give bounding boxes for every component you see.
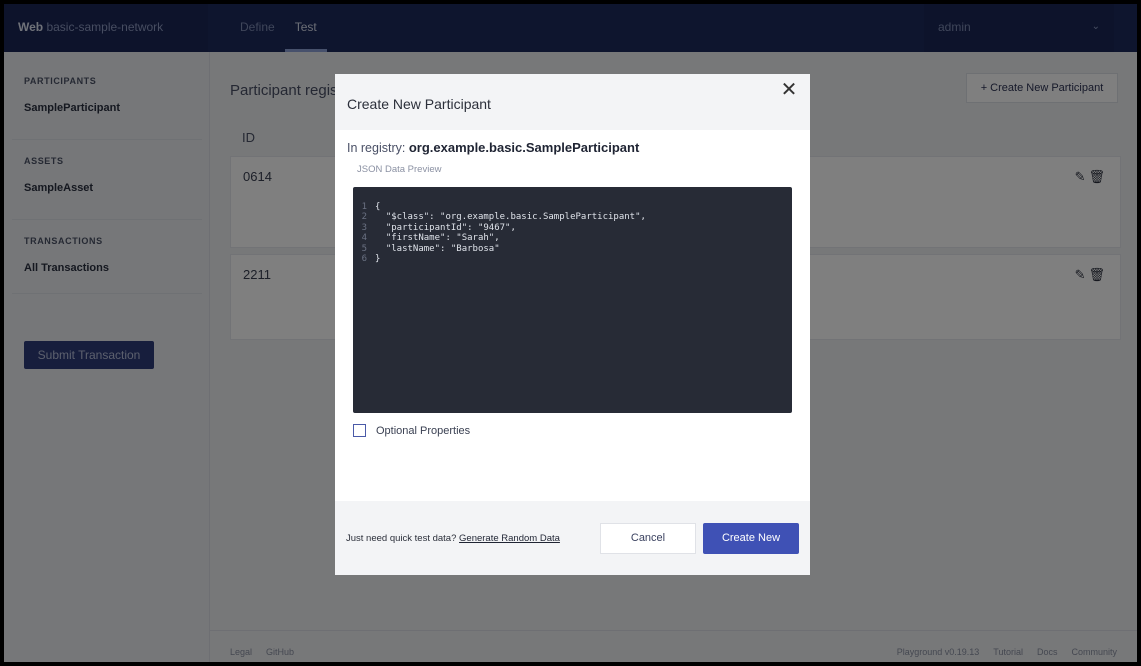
code-text: "firstName": "Sarah", — [375, 233, 500, 244]
line-number: 2 — [361, 212, 367, 223]
code-line: 4 "firstName": "Sarah", — [353, 233, 792, 243]
quick-test-prefix: Just need quick test data? — [346, 533, 460, 544]
dialog-footer: Just need quick test data? Generate Rand… — [335, 501, 810, 575]
optional-properties-checkbox[interactable] — [353, 424, 366, 437]
registry-prefix: In registry: — [347, 141, 409, 155]
generate-random-data-link[interactable]: Generate Random Data — [459, 533, 560, 544]
create-new-button[interactable]: Create New — [703, 523, 799, 554]
code-line: 5 "lastName": "Barbosa" — [353, 244, 792, 254]
code-text: "participantId": "9467", — [375, 222, 516, 233]
json-preview-label: JSON Data Preview — [357, 164, 442, 175]
code-text: } — [375, 254, 381, 265]
line-number: 4 — [361, 233, 367, 244]
code-text: { — [375, 202, 381, 212]
code-text: "lastName": "Barbosa" — [375, 243, 500, 254]
dialog-header: Create New Participant ✕ — [335, 74, 810, 130]
line-number: 5 — [361, 243, 367, 254]
line-number: 6 — [361, 254, 367, 265]
json-code-editor[interactable]: 1{2 "$class": "org.example.basic.SampleP… — [353, 187, 792, 413]
code-line: 2 "$class": "org.example.basic.SamplePar… — [353, 212, 792, 222]
cancel-button[interactable]: Cancel — [600, 523, 696, 554]
code-line: 6} — [353, 254, 792, 264]
registry-name: org.example.basic.SampleParticipant — [408, 140, 640, 155]
optional-properties-toggle[interactable]: Optional Properties — [353, 424, 470, 437]
code-text: "$class": "org.example.basic.SampleParti… — [375, 212, 646, 223]
line-number: 3 — [361, 222, 367, 233]
code-line: 1{ — [353, 202, 792, 212]
registry-label: In registry: org.example.basic.SamplePar… — [347, 140, 639, 155]
close-icon[interactable]: ✕ — [778, 80, 800, 102]
quick-test-data: Just need quick test data? Generate Rand… — [346, 533, 560, 544]
optional-properties-label: Optional Properties — [376, 424, 471, 437]
line-number: 1 — [361, 202, 367, 212]
app-window: Web basic-sample-network Define Test adm… — [4, 4, 1137, 662]
dialog-title: Create New Participant — [347, 96, 491, 112]
code-line: 3 "participantId": "9467", — [353, 223, 792, 233]
create-participant-dialog: Create New Participant ✕ In registry: or… — [335, 74, 810, 575]
